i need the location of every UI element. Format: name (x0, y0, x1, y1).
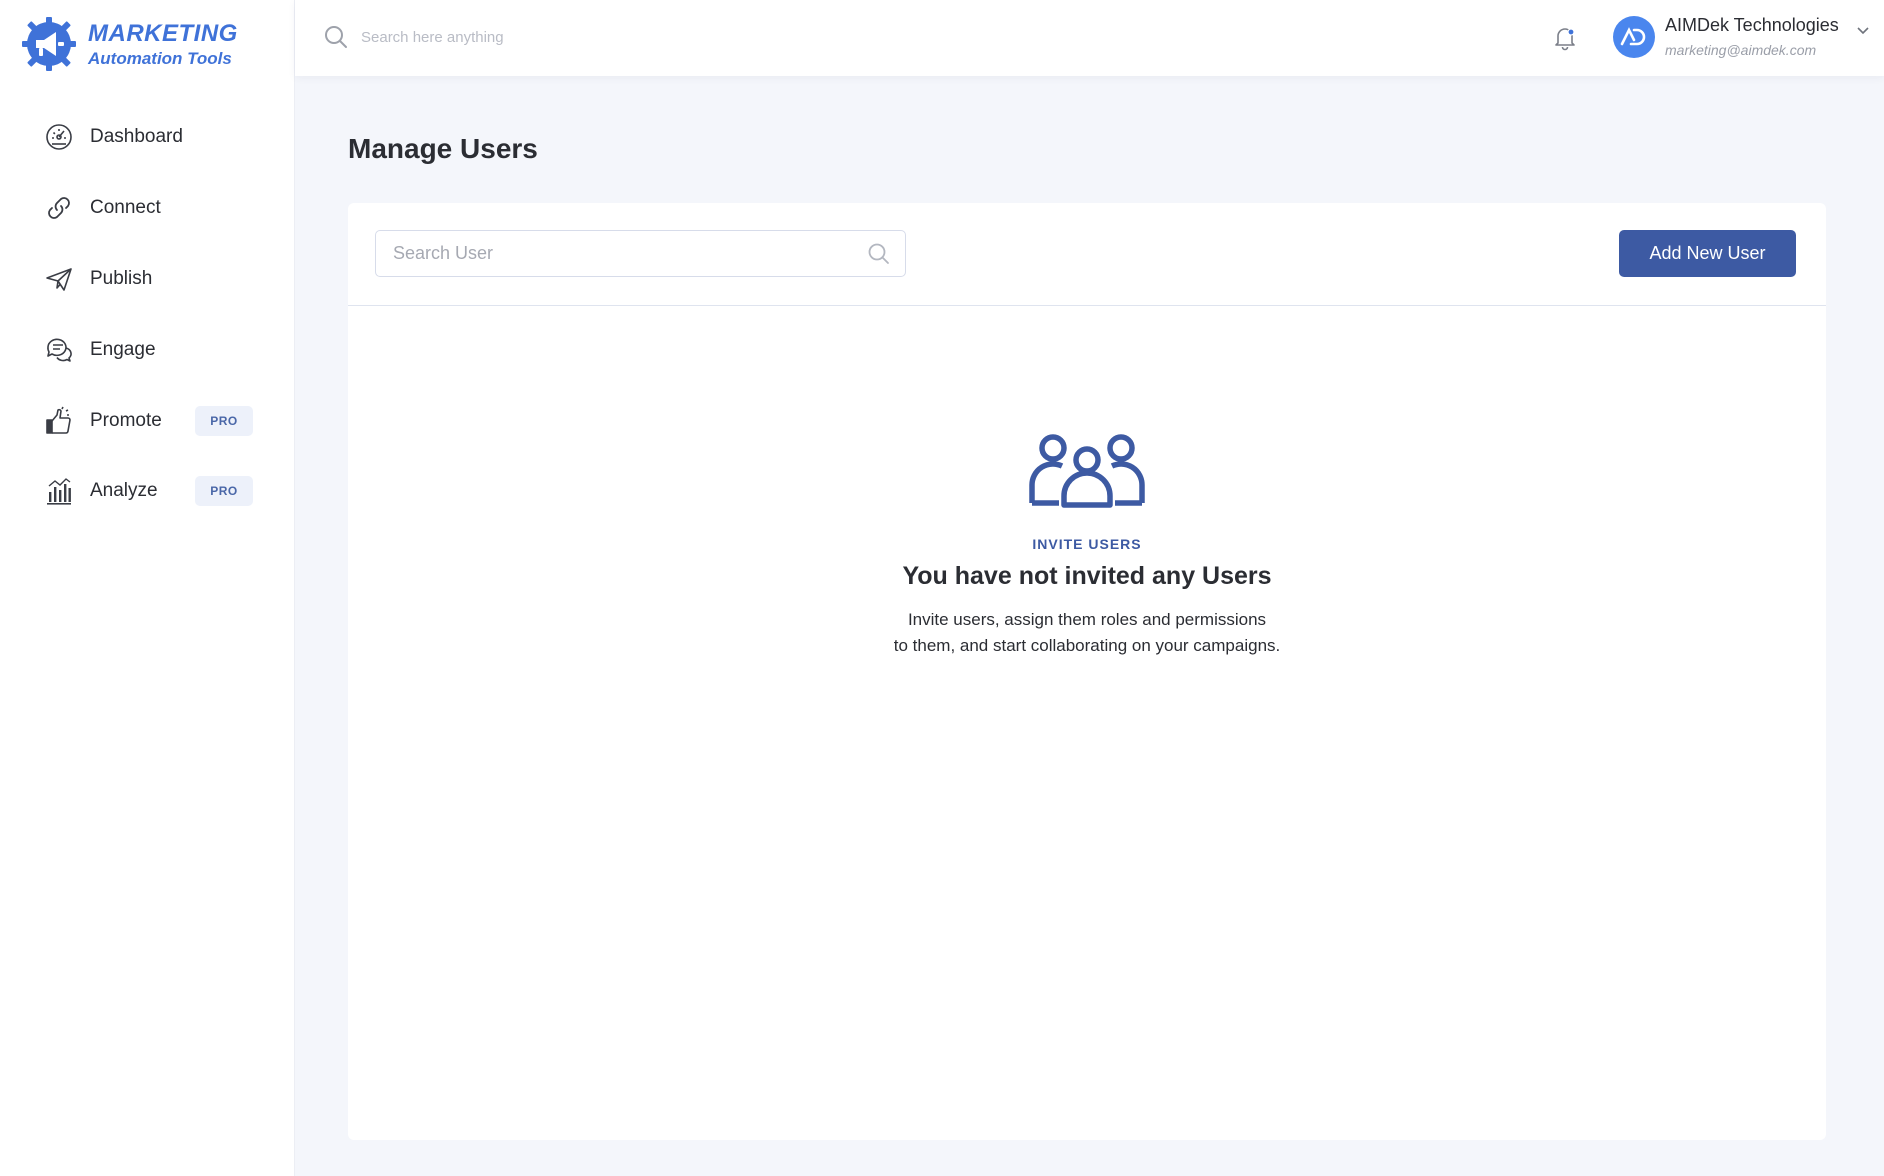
brand-subtitle: Automation Tools (88, 48, 232, 68)
thumbs-up-icon (44, 406, 74, 436)
sidebar-item-engage[interactable]: Engage (0, 314, 295, 385)
account-email: marketing@aimdek.com (1665, 42, 1817, 58)
empty-state: INVITE USERS You have not invited any Us… (348, 433, 1826, 659)
app-root: MARKETING Automation Tools Dashboard Con… (0, 0, 1884, 1176)
empty-state-description: Invite users, assign them roles and perm… (348, 607, 1826, 659)
empty-state-title: You have not invited any Users (902, 562, 1272, 590)
users-group-icon (1029, 434, 1145, 508)
chat-bubbles-icon (44, 335, 74, 365)
pro-badge: PRO (195, 405, 253, 436)
search-icon (325, 26, 347, 48)
page-title: Manage Users (348, 133, 538, 164)
empty-state-description-line: to them, and start collaborating on your… (893, 636, 1281, 655)
sidebar-item-publish[interactable]: Publish (0, 244, 295, 315)
account-name: AIMDek Technologies (1665, 15, 1839, 35)
sidebar-item-label: Publish (90, 267, 153, 289)
brand-title: MARKETING (88, 19, 238, 47)
card-header: Add New User (348, 203, 1826, 306)
link-icon (44, 193, 74, 223)
sidebar-nav: Dashboard Connect Publish Engage Promote… (0, 102, 295, 527)
sidebar: MARKETING Automation Tools Dashboard Con… (0, 0, 295, 1176)
sidebar-item-label: Dashboard (90, 126, 183, 148)
bar-chart-icon (44, 476, 74, 506)
user-search-box (375, 230, 906, 277)
sidebar-item-connect[interactable]: Connect (0, 173, 295, 244)
users-card: Add New User INVITE USERS You have not i… (348, 203, 1826, 1140)
brand-logo[interactable]: MARKETING Automation Tools (20, 14, 238, 74)
empty-state-description-line: Invite users, assign them roles and perm… (907, 610, 1267, 629)
account-info[interactable]: AIMDek Technologies marketing@aimdek.com (1665, 15, 1839, 58)
user-search-input[interactable] (393, 243, 867, 264)
global-search (323, 24, 761, 50)
sidebar-item-promote[interactable]: Promote PRO (0, 385, 295, 456)
chevron-down-icon[interactable] (1855, 22, 1871, 38)
sidebar-item-label: Analyze (90, 480, 158, 502)
global-search-input[interactable] (361, 28, 761, 46)
avatar[interactable] (1613, 16, 1655, 58)
aimdek-logo-icon (1620, 27, 1646, 46)
sidebar-item-analyze[interactable]: Analyze PRO (0, 456, 295, 527)
pro-badge: PRO (195, 476, 253, 507)
empty-state-eyebrow: INVITE USERS (1032, 536, 1142, 552)
sidebar-item-dashboard[interactable]: Dashboard (0, 102, 295, 173)
megaphone-gear-logo-icon (22, 17, 76, 71)
topbar: AIMDek Technologies marketing@aimdek.com (295, 0, 1884, 76)
dashboard-gauge-icon (44, 122, 74, 152)
search-icon[interactable] (867, 242, 891, 266)
notification-bell-icon[interactable] (1551, 24, 1579, 52)
sidebar-item-label: Engage (90, 338, 156, 360)
sidebar-item-label: Connect (90, 197, 161, 219)
add-new-user-button[interactable]: Add New User (1619, 230, 1796, 277)
paper-plane-icon (44, 264, 74, 294)
sidebar-item-label: Promote (90, 409, 162, 431)
